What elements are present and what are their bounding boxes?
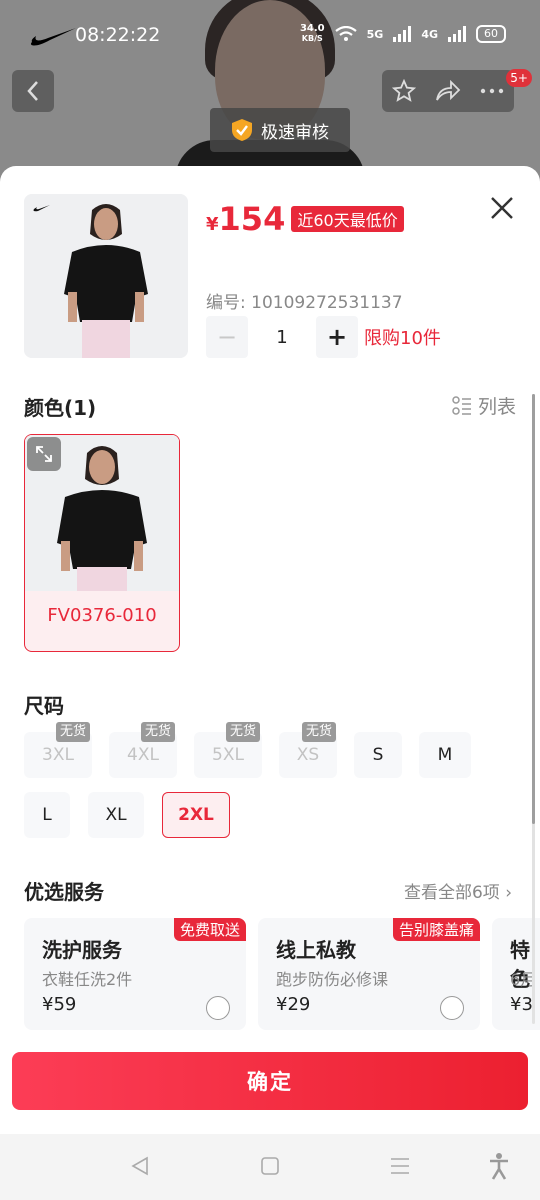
service-title: 线上私教 [276, 938, 356, 962]
product-image [24, 194, 188, 358]
size-option-xl[interactable]: XL [88, 792, 144, 838]
soldout-badge: 无货 [302, 722, 337, 742]
shield-check-icon [232, 119, 252, 141]
decrease-button[interactable]: − [206, 316, 248, 358]
nav-back-icon[interactable] [130, 1156, 150, 1176]
see-all-services-link[interactable]: 查看全部6项 › [404, 878, 512, 903]
list-icon [452, 395, 471, 415]
soldout-badge: 无货 [226, 722, 261, 742]
more-icon[interactable] [480, 88, 504, 94]
share-icon[interactable] [435, 80, 461, 102]
top-action-group [382, 70, 514, 112]
price-value: 154 [218, 200, 286, 238]
battery-indicator: 60 [476, 25, 506, 43]
currency-symbol: ¥ [206, 214, 219, 235]
clock: 08:22:22 [75, 24, 161, 46]
size-section-title: 尺码 [24, 694, 64, 718]
nike-logo-icon [30, 28, 76, 46]
list-toggle-label: 列表 [477, 396, 516, 418]
service-price: ¥29 [276, 994, 311, 1015]
soldout-badge: 无货 [141, 722, 176, 742]
service-tag: 告别膝盖痛 [392, 918, 480, 941]
service-subtitle: 衣鞋任洗2件 [42, 970, 133, 989]
wifi-icon [334, 26, 357, 41]
quantity-value[interactable]: 1 [248, 327, 316, 348]
signal-5g-label: 5G [366, 27, 384, 41]
product-thumbnail[interactable] [24, 194, 188, 358]
services-section-title: 优选服务 [24, 880, 104, 904]
size-option-s[interactable]: S [354, 732, 402, 778]
accessibility-icon[interactable] [488, 1152, 510, 1180]
service-subtitle: 跑步防伤必修课 [276, 970, 389, 989]
quantity-stepper: − 1 + 限购10件 [206, 316, 441, 358]
expand-icon[interactable] [27, 437, 61, 471]
increase-button[interactable]: + [316, 316, 358, 358]
size-option-l[interactable]: L [24, 792, 70, 838]
sku-selector-sheet: ¥ 154 近60天最低价 编号: 10109272531137 − 1 + 限… [0, 166, 540, 1134]
chevron-left-icon [27, 81, 38, 101]
list-view-toggle[interactable]: 列表 [452, 392, 516, 419]
soldout-badge: 无货 [56, 722, 91, 742]
service-card[interactable]: 告别膝盖痛 线上私教 跑步防伤必修课 ¥29 [258, 918, 480, 1030]
service-price: ¥59 [42, 994, 77, 1015]
scrollbar-thumb[interactable] [532, 394, 535, 824]
review-badge: 极速审核 [210, 108, 350, 152]
service-price: ¥3 [510, 994, 533, 1015]
sku-number: 编号: 10109272531137 [206, 293, 403, 313]
purchase-limit: 限购10件 [364, 328, 441, 349]
service-tag: 免费取送 [173, 918, 246, 941]
color-section-title: 颜色(1) [24, 396, 97, 420]
status-bar: 08:22:22 34.0 KB/S 5G 4G 60 [0, 0, 540, 70]
system-nav-bar [0, 1134, 540, 1200]
status-icons: 34.0 KB/S 5G 4G 60 [300, 24, 506, 44]
color-code: FV0376-010 [47, 605, 157, 626]
lowest-price-tag: 近60天最低价 [291, 206, 404, 232]
size-option-m[interactable]: M [419, 732, 471, 778]
service-radio[interactable] [440, 996, 464, 1020]
service-card[interactable]: 免费取送 洗护服务 衣鞋任洗2件 ¥59 [24, 918, 246, 1030]
review-badge-label: 极速审核 [261, 122, 329, 143]
price-row: ¥ 154 近60天最低价 [206, 200, 404, 238]
nav-home-icon[interactable] [260, 1156, 280, 1176]
star-icon[interactable] [391, 79, 416, 103]
network-speed: 34.0 KB/S [299, 23, 325, 44]
signal-icon-2 [448, 26, 466, 42]
notification-badge: 5+ [506, 69, 532, 87]
size-option-2xl[interactable]: 2XL [162, 792, 230, 838]
back-button[interactable] [12, 70, 54, 112]
service-radio[interactable] [206, 996, 230, 1020]
confirm-button[interactable]: 确定 [12, 1052, 528, 1110]
signal-4g-label: 4G [421, 27, 438, 41]
nav-menu-icon[interactable] [390, 1156, 410, 1176]
service-title: 洗护服务 [42, 938, 122, 962]
signal-icon [393, 26, 412, 42]
close-icon[interactable] [488, 194, 516, 222]
color-option[interactable]: FV0376-010 [24, 434, 180, 652]
